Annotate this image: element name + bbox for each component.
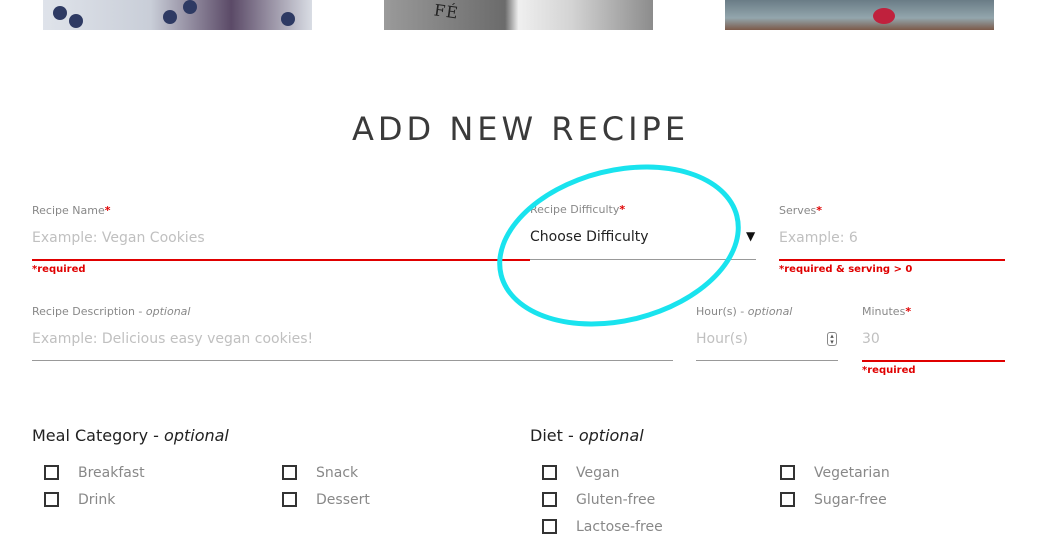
- blueberry-graphic: [281, 12, 295, 26]
- sugar-free-label: Sugar-free: [814, 492, 887, 508]
- hours-underline: [696, 360, 838, 361]
- minutes-underline: [862, 360, 1005, 362]
- recipe-thumbnail-2[interactable]: FÉ: [384, 0, 653, 30]
- highlight-ring: [479, 140, 759, 351]
- gluten-free-label: Gluten-free: [576, 492, 656, 508]
- hours-spinner-icon[interactable]: ▴ ▾: [827, 332, 837, 346]
- dessert-label: Dessert: [316, 492, 370, 508]
- blueberry-graphic: [163, 10, 177, 24]
- breakfast-label: Breakfast: [78, 465, 145, 481]
- blueberry-graphic: [69, 14, 83, 28]
- recipe-name-underline: [32, 259, 530, 261]
- diet-heading: Diet - optional: [530, 426, 644, 445]
- drink-checkbox[interactable]: [44, 492, 59, 507]
- snack-checkbox[interactable]: [282, 465, 297, 480]
- recipe-description-underline: [32, 360, 673, 361]
- dropdown-arrow-icon[interactable]: ▼: [746, 229, 755, 243]
- blueberry-graphic: [53, 6, 67, 20]
- page-title: ADD NEW RECIPE: [351, 110, 690, 148]
- recipe-name-input[interactable]: Example: Vegan Cookies: [32, 230, 205, 246]
- serves-underline: [779, 259, 1005, 261]
- minutes-label: Minutes*: [862, 305, 912, 318]
- recipe-difficulty-label: Recipe Difficulty*: [530, 203, 626, 216]
- vegetarian-checkbox[interactable]: [780, 465, 795, 480]
- thumbnail-text: FÉ: [432, 0, 460, 23]
- recipe-thumbnail-1[interactable]: [43, 0, 312, 30]
- vegan-checkbox[interactable]: [542, 465, 557, 480]
- gluten-free-checkbox[interactable]: [542, 492, 557, 507]
- recipe-description-input[interactable]: Example: Delicious easy vegan cookies!: [32, 331, 313, 347]
- serves-label: Serves*: [779, 204, 823, 217]
- serves-input[interactable]: Example: 6: [779, 230, 858, 246]
- breakfast-checkbox[interactable]: [44, 465, 59, 480]
- hours-label: Hour(s) - optional: [696, 305, 793, 318]
- vegan-label: Vegan: [576, 465, 620, 481]
- lactose-free-checkbox[interactable]: [542, 519, 557, 534]
- hours-input[interactable]: Hour(s): [696, 331, 748, 347]
- raspberry-graphic: [873, 8, 895, 24]
- sugar-free-checkbox[interactable]: [780, 492, 795, 507]
- drink-label: Drink: [78, 492, 116, 508]
- minutes-error: *required: [862, 365, 916, 376]
- lactose-free-label: Lactose-free: [576, 519, 663, 535]
- recipe-description-label: Recipe Description - optional: [32, 305, 191, 318]
- recipe-name-label: Recipe Name*: [32, 204, 111, 217]
- snack-label: Snack: [316, 465, 359, 481]
- minutes-input[interactable]: 30: [862, 331, 880, 347]
- vegetarian-label: Vegetarian: [814, 465, 890, 481]
- recipe-name-error: *required: [32, 264, 86, 275]
- meal-category-heading: Meal Category - optional: [32, 426, 229, 445]
- serves-error: *required & serving > 0: [779, 264, 913, 275]
- blueberry-graphic: [183, 0, 197, 14]
- recipe-difficulty-select[interactable]: Choose Difficulty: [530, 229, 649, 245]
- recipe-thumbnail-3[interactable]: [725, 0, 994, 30]
- recipe-difficulty-underline: [530, 259, 756, 260]
- dessert-checkbox[interactable]: [282, 492, 297, 507]
